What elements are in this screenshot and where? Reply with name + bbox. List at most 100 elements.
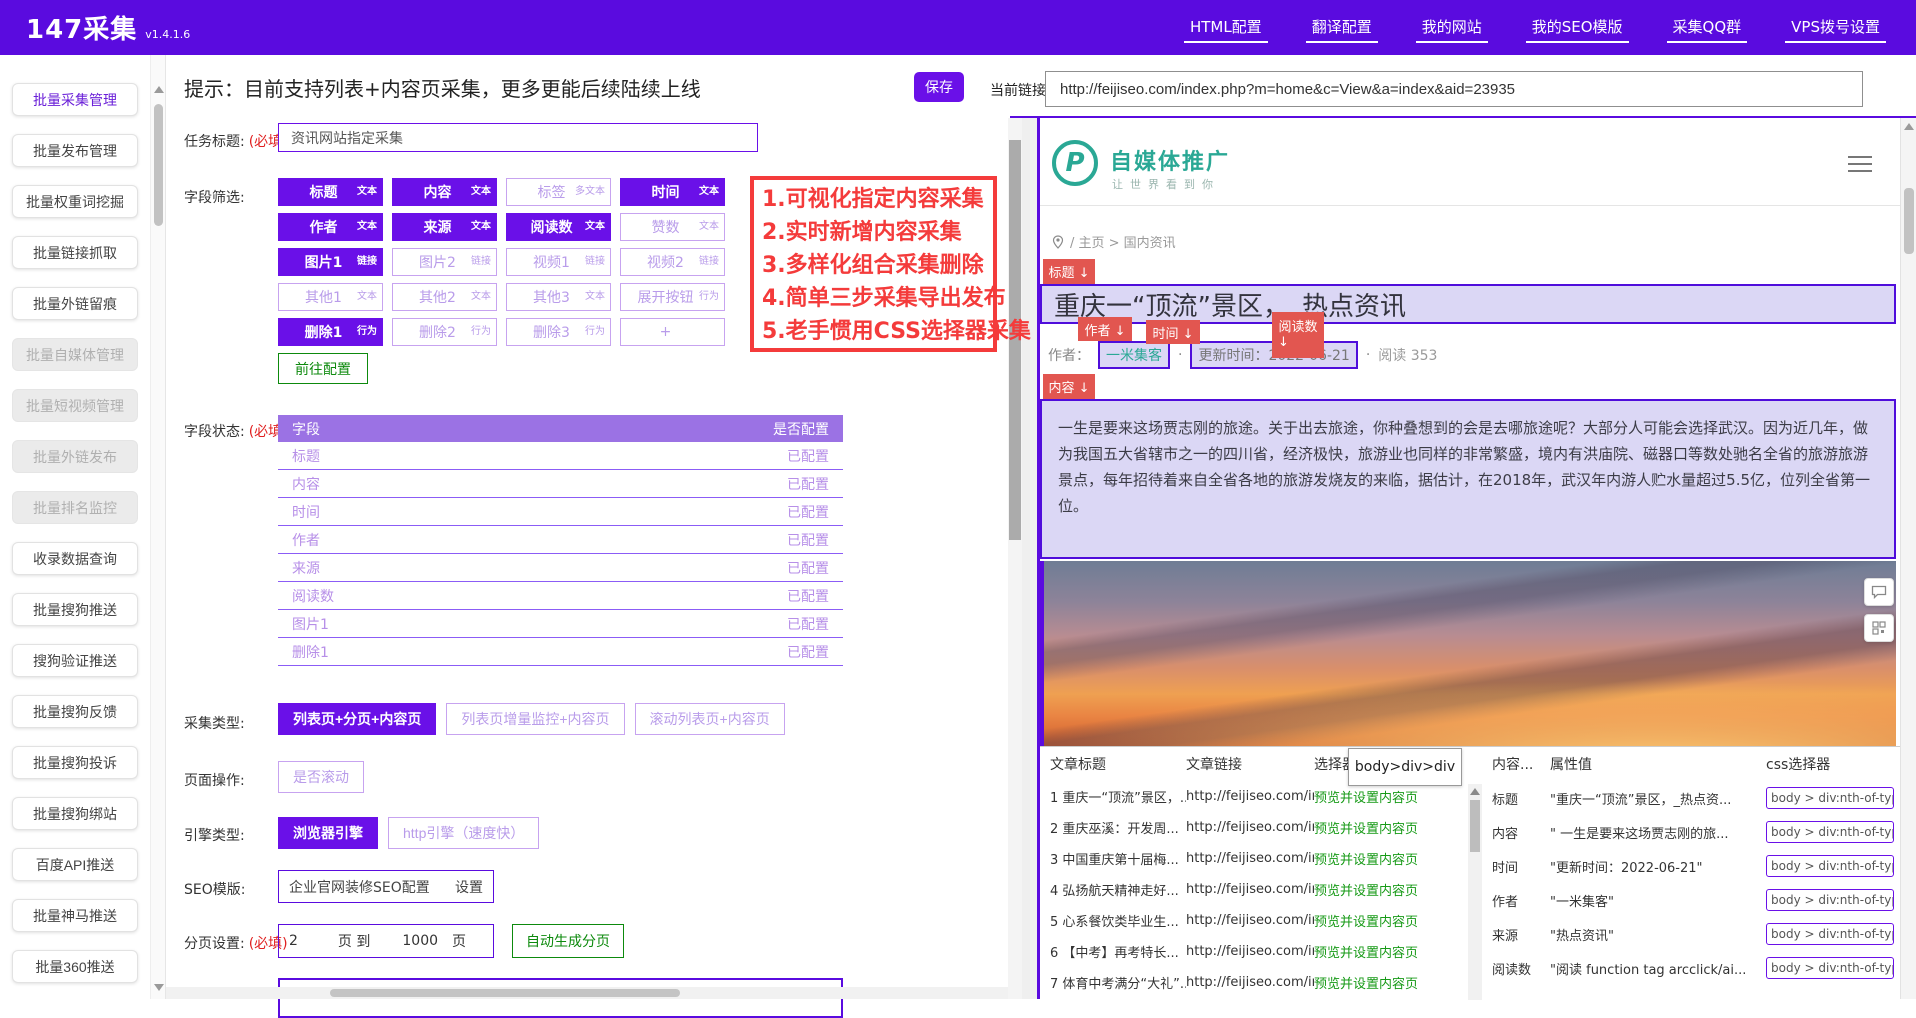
field-button-视频2[interactable]: 视频2链接 xyxy=(620,248,725,276)
field-button-其他3[interactable]: 其他3文本 xyxy=(506,283,611,311)
sidebar-item[interactable]: 批量外链留痕 xyxy=(12,287,138,320)
preview-setup-link[interactable]: 预览并设置内容页 xyxy=(1314,942,1454,961)
preview-left-scrollbar[interactable] xyxy=(1008,118,1022,999)
field-button-删除3[interactable]: 删除3行为 xyxy=(506,318,611,346)
scroll-thumb[interactable] xyxy=(154,104,163,226)
css-selector-box[interactable]: body > div:nth-of-type(1) > d... xyxy=(1766,855,1894,877)
nav-item-我的网站[interactable]: 我的网站 xyxy=(1416,12,1488,43)
field-button-展开按钮[interactable]: 展开按钮行为 xyxy=(620,283,725,311)
page-action-option[interactable]: 是否滚动 xyxy=(278,761,364,793)
scroll-up-arrow-icon[interactable] xyxy=(1470,788,1480,795)
author-field-tag[interactable]: 作者 ↓ xyxy=(1078,317,1132,341)
scroll-thumb[interactable] xyxy=(1470,800,1480,852)
field-button-标签[interactable]: 标签多文本 xyxy=(506,178,611,206)
seo-settings-button[interactable]: 设置 xyxy=(455,877,483,897)
scroll-thumb[interactable] xyxy=(330,989,680,997)
main-horizontal-scrollbar[interactable] xyxy=(166,987,1008,999)
seo-template-select[interactable]: 企业官网装修SEO配置 设置 xyxy=(278,870,494,903)
sidebar-item[interactable]: 批量搜狗绑站 xyxy=(12,797,138,830)
field-button-其他1[interactable]: 其他1文本 xyxy=(278,283,383,311)
go-config-button[interactable]: 前往配置 xyxy=(278,353,368,384)
sidebar-item[interactable]: 批量权重词挖掘 xyxy=(12,185,138,218)
field-button-视频1[interactable]: 视频1链接 xyxy=(506,248,611,276)
sidebar-item[interactable]: 收录数据查询 xyxy=(12,542,138,575)
css-selector-box[interactable]: body > div:nth-of-type(1) > d... xyxy=(1766,821,1894,843)
engine-type-option[interactable]: 浏览器引擎 xyxy=(278,817,378,849)
field-button-删除1[interactable]: 删除1行为 xyxy=(278,318,383,346)
task-title-input[interactable] xyxy=(278,123,758,152)
css-selector-box[interactable]: body > div:nth-of-type(1) > d... xyxy=(1766,889,1894,911)
sidebar-item[interactable]: 批量360推送 xyxy=(12,950,138,983)
css-selector-box[interactable]: body > div:nth-of-type(1) > d... xyxy=(1766,923,1894,945)
save-button[interactable]: 保存 xyxy=(914,72,964,102)
content-field-tag[interactable]: 内容 ↓ xyxy=(1043,374,1095,399)
css-selector-box[interactable]: body > div:nth-of-type(1) > d... xyxy=(1766,787,1894,809)
preview-setup-link[interactable]: 预览并设置内容页 xyxy=(1314,787,1454,806)
hamburger-menu-icon[interactable] xyxy=(1848,156,1872,177)
nav-item-采集QQ群[interactable]: 采集QQ群 xyxy=(1667,12,1748,43)
main-vertical-scrollbar[interactable] xyxy=(150,55,166,999)
article-link-cell[interactable]: http://feijiseo.com/in... xyxy=(1186,882,1314,897)
sidebar-item[interactable]: 批量采集管理 xyxy=(12,83,138,116)
pagination-from[interactable]: 2 xyxy=(289,933,298,949)
article-list-scrollbar[interactable] xyxy=(1468,784,1482,1000)
breadcrumb[interactable]: / 主页 > 国内资讯 xyxy=(1052,232,1176,251)
field-button-阅读数[interactable]: 阅读数文本 xyxy=(506,213,611,241)
engine-type-option[interactable]: http引擎（速度快） xyxy=(388,817,539,849)
current-link-input[interactable] xyxy=(1045,71,1863,107)
field-button-删除2[interactable]: 删除2行为 xyxy=(392,318,497,346)
article-title[interactable]: 重庆一“顶流”景区，_热点资讯 xyxy=(1040,284,1896,324)
scroll-thumb[interactable] xyxy=(1904,188,1914,254)
field-button-内容[interactable]: 内容文本 xyxy=(392,178,497,206)
field-button-其他2[interactable]: 其他2文本 xyxy=(392,283,497,311)
scroll-down-arrow-icon[interactable] xyxy=(154,984,164,991)
article-link-cell[interactable]: http://feijiseo.com/in... xyxy=(1186,913,1314,928)
title-field-tag[interactable]: 标题 ↓ xyxy=(1043,259,1095,284)
article-link-cell[interactable]: http://feijiseo.com/in... xyxy=(1186,789,1314,804)
pagination-inputs[interactable]: 2 页 到 1000 页 xyxy=(278,924,494,958)
nav-item-翻译配置[interactable]: 翻译配置 xyxy=(1306,12,1378,43)
time-field-tag[interactable]: 时间 ↓ xyxy=(1146,320,1200,344)
collect-type-option[interactable]: 滚动列表页+内容页 xyxy=(635,703,785,735)
reads-field-tag[interactable]: 阅读数↓ xyxy=(1272,312,1324,358)
nav-item-VPS拨号设置[interactable]: VPS拨号设置 xyxy=(1785,12,1886,43)
nav-item-HTML配置[interactable]: HTML配置 xyxy=(1184,12,1268,43)
sidebar-item[interactable]: 批量发布管理 xyxy=(12,134,138,167)
css-selector-box[interactable]: body > div:nth-of-type(1) > d... xyxy=(1766,957,1894,979)
sidebar-item[interactable]: 百度API推送 xyxy=(12,848,138,881)
scroll-up-arrow-icon[interactable] xyxy=(154,86,164,93)
preview-setup-link[interactable]: 预览并设置内容页 xyxy=(1314,849,1454,868)
sidebar-item[interactable]: 批量搜狗推送 xyxy=(12,593,138,626)
field-button-图片1[interactable]: 图片1链接 xyxy=(278,248,383,276)
article-link-cell[interactable]: http://feijiseo.com/in... xyxy=(1186,944,1314,959)
scroll-up-arrow-icon[interactable] xyxy=(1904,123,1914,130)
sidebar-item[interactable]: 批量链接抓取 xyxy=(12,236,138,269)
field-button-来源[interactable]: 来源文本 xyxy=(392,213,497,241)
field-button-时间[interactable]: 时间文本 xyxy=(620,178,725,206)
pagination-to[interactable]: 1000 xyxy=(402,933,438,949)
collect-type-option[interactable]: 列表页+分页+内容页 xyxy=(278,703,436,735)
field-button-标题[interactable]: 标题文本 xyxy=(278,178,383,206)
sidebar-item[interactable]: 批量搜狗投诉 xyxy=(12,746,138,779)
sidebar-item[interactable]: 批量搜狗反馈 xyxy=(12,695,138,728)
sidebar-item[interactable]: 批量神马推送 xyxy=(12,899,138,932)
nav-item-我的SEO模版[interactable]: 我的SEO模版 xyxy=(1526,12,1629,43)
author-value[interactable]: 一米集客 xyxy=(1098,341,1170,369)
comment-bubble-button[interactable] xyxy=(1864,578,1894,606)
preview-setup-link[interactable]: 预览并设置内容页 xyxy=(1314,880,1454,899)
article-link-cell[interactable]: http://feijiseo.com/in... xyxy=(1186,851,1314,866)
article-content[interactable]: 一生是要来这场贾志刚的旅途。关于出去旅途，你种叠想到的会是去哪旅途呢？大部分人可… xyxy=(1040,399,1896,559)
qr-code-button[interactable] xyxy=(1864,614,1894,642)
preview-setup-link[interactable]: 预览并设置内容页 xyxy=(1314,973,1454,992)
article-link-cell[interactable]: http://feijiseo.com/in... xyxy=(1186,975,1314,990)
right-panel-scrollbar[interactable] xyxy=(1900,118,1916,999)
field-button-赞数[interactable]: 赞数文本 xyxy=(620,213,725,241)
sidebar-item[interactable]: 搜狗验证推送 xyxy=(12,644,138,677)
preview-setup-link[interactable]: 预览并设置内容页 xyxy=(1314,818,1454,837)
collect-type-option[interactable]: 列表页增量监控+内容页 xyxy=(446,703,624,735)
field-button-+[interactable]: + xyxy=(620,318,725,346)
auto-generate-pagination-button[interactable]: 自动生成分页 xyxy=(512,924,624,958)
field-button-作者[interactable]: 作者文本 xyxy=(278,213,383,241)
preview-setup-link[interactable]: 预览并设置内容页 xyxy=(1314,911,1454,930)
article-link-cell[interactable]: http://feijiseo.com/in... xyxy=(1186,820,1314,835)
